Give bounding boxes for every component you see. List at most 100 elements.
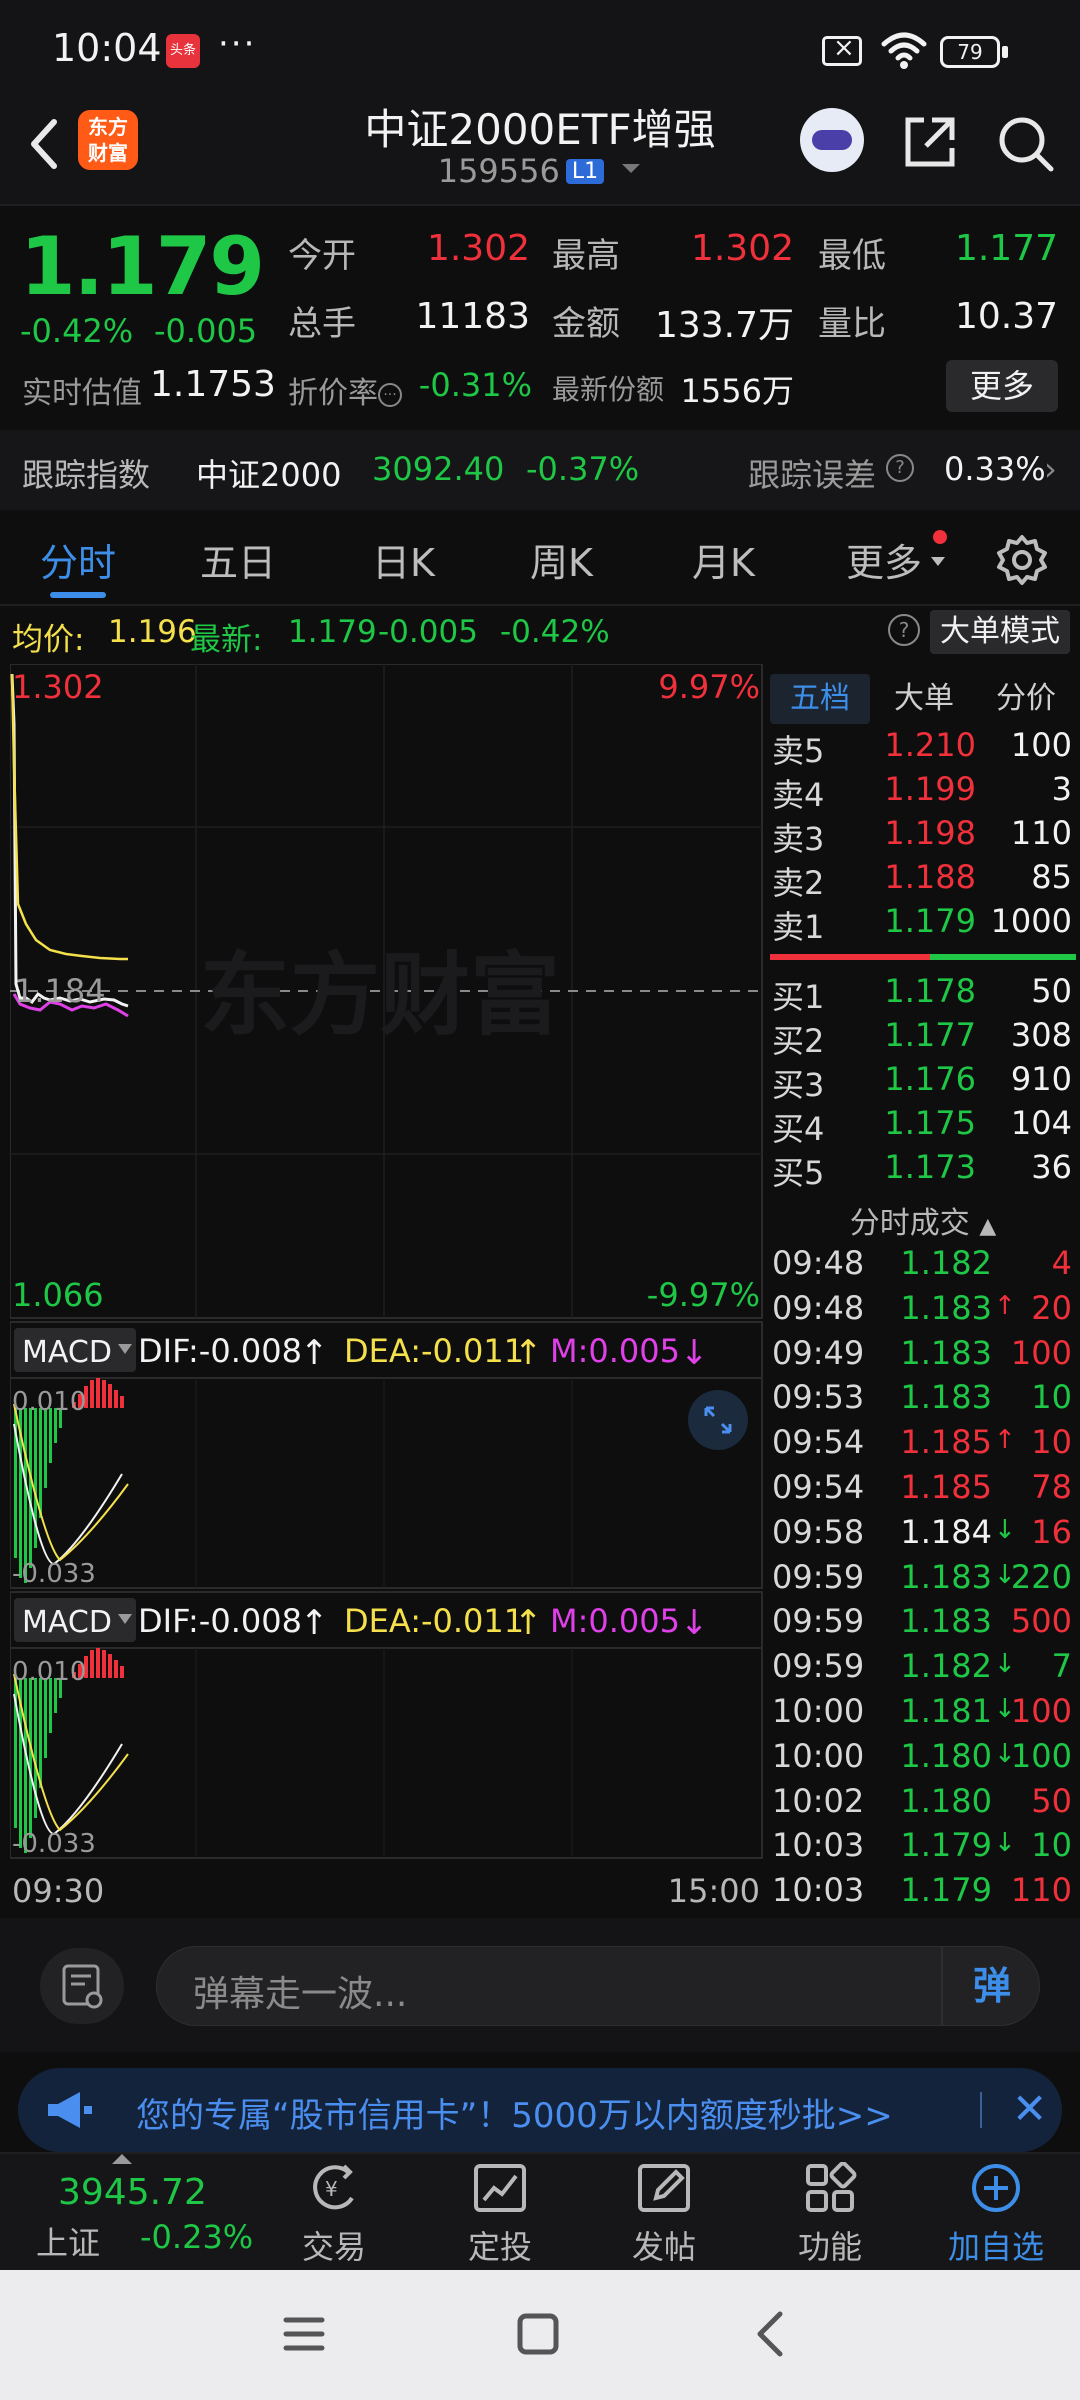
level-price: 1.198 bbox=[884, 814, 976, 852]
buy-level-5[interactable]: 买5 1.173 36 bbox=[766, 1148, 1080, 1192]
level-volume: 104 bbox=[1010, 1104, 1072, 1142]
high-value: 1.302 bbox=[690, 228, 794, 269]
level-volume: 1000 bbox=[990, 902, 1072, 940]
trade-row: 09:54 1.185 ↑ 10 bbox=[766, 1423, 1080, 1467]
last-percent: -0.42% bbox=[500, 614, 610, 650]
sh-index-value[interactable]: 3945.72 bbox=[58, 2172, 207, 2213]
trade-price: 1.183 bbox=[900, 1333, 992, 1372]
level-label: 卖3 bbox=[772, 820, 825, 858]
tab-more[interactable]: 更多 bbox=[846, 532, 922, 587]
trade-volume: 4 bbox=[1051, 1244, 1072, 1282]
menu-icon[interactable] bbox=[282, 2314, 326, 2354]
sell-level-1[interactable]: 卖1 1.179 1000 bbox=[766, 902, 1080, 946]
tab-monthly-k[interactable]: 月K bbox=[692, 532, 755, 587]
tracking-index-value: 3092.40 bbox=[372, 450, 505, 488]
open-value: 1.302 bbox=[426, 228, 530, 269]
level-label: 卖2 bbox=[772, 864, 825, 902]
trade-row: 09:48 1.182 4 bbox=[766, 1244, 1080, 1288]
battery-icon: 79 bbox=[940, 36, 1000, 68]
tab-weekly-k[interactable]: 周K bbox=[530, 532, 593, 587]
macd-m-1: M:0.005 bbox=[550, 1332, 680, 1370]
eastmoney-logo[interactable]: 东方 财富 bbox=[78, 110, 138, 170]
gear-icon[interactable] bbox=[996, 534, 1048, 586]
mid-label: 1.184 bbox=[14, 972, 106, 1010]
comment-settings-icon[interactable] bbox=[40, 1948, 124, 2024]
tab-intraday[interactable]: 分时 bbox=[40, 532, 116, 587]
more-quote-button[interactable]: 更多 bbox=[946, 360, 1058, 412]
nav-functions[interactable]: 功能 bbox=[770, 2161, 890, 2268]
promo-banner[interactable]: 您的专属“股市信用卡”！5000万以内额度秒批>> ✕ bbox=[18, 2068, 1062, 2152]
status-bar: 10:04 头条 ··· × 79 bbox=[0, 0, 1080, 96]
home-icon[interactable] bbox=[516, 2312, 560, 2356]
discount-label[interactable]: 折价率 ··· bbox=[288, 368, 402, 412]
close-icon[interactable]: ✕ bbox=[1012, 2084, 1047, 2133]
expand-index-icon[interactable] bbox=[112, 2154, 132, 2164]
buy-level-4[interactable]: 买4 1.175 104 bbox=[766, 1104, 1080, 1148]
trade-row: 10:00 1.180 ↓ 100 bbox=[766, 1737, 1080, 1781]
macd-bar bbox=[120, 1666, 124, 1678]
level-price: 1.210 bbox=[884, 726, 976, 764]
macd-bar bbox=[96, 1648, 100, 1678]
trade-price: 1.185 bbox=[900, 1423, 992, 1462]
sell-level-3[interactable]: 卖3 1.198 110 bbox=[766, 814, 1080, 858]
last-price: 1.179 bbox=[20, 220, 265, 313]
tracking-index-pct: -0.37% bbox=[526, 450, 640, 488]
tab-five-levels[interactable]: 五档 bbox=[770, 674, 870, 724]
trade-direction-icon: ↓ bbox=[994, 1514, 1016, 1545]
trade-direction-icon: ↓ bbox=[994, 1828, 1016, 1859]
help-icon[interactable]: ? bbox=[886, 454, 914, 482]
trade-direction-icon: ↓ bbox=[994, 1649, 1016, 1680]
buy-level-3[interactable]: 买3 1.176 910 bbox=[766, 1060, 1080, 1104]
tab-daily-k[interactable]: 日K bbox=[372, 532, 435, 587]
trade-volume: 10 bbox=[1031, 1423, 1072, 1462]
level-volume: 36 bbox=[1031, 1148, 1072, 1186]
intraday-chart-area[interactable]: 东方财富 1.302 1.066 9.97% -9.97% 1.184 MACD… bbox=[9, 663, 764, 1918]
intraday-chart-svg: 东方财富 1.302 1.066 9.97% -9.97% 1.184 MACD… bbox=[9, 663, 763, 1910]
level-volume: 85 bbox=[1031, 858, 1072, 896]
nav-add-watchlist[interactable]: 加自选 bbox=[936, 2162, 1056, 2268]
sell-level-5[interactable]: 卖5 1.210 100 bbox=[766, 726, 1080, 770]
arrow-up-icon: ↑ bbox=[300, 1333, 329, 1373]
trade-time: 09:54 bbox=[772, 1468, 865, 1506]
chevron-down-icon bbox=[622, 164, 641, 173]
macd-bar bbox=[120, 1396, 124, 1408]
trades-title[interactable]: 分时成交 ▲ bbox=[766, 1198, 1080, 1242]
volume-label: 总手 bbox=[288, 304, 356, 344]
nav-post[interactable]: 发帖 bbox=[604, 2162, 724, 2268]
edit-post-icon bbox=[638, 2164, 690, 2212]
tracking-index-row[interactable]: 跟踪指数 中证2000 3092.40 -0.37% 跟踪误差 ? 0.33% … bbox=[0, 430, 1080, 510]
help-icon[interactable]: ? bbox=[888, 614, 920, 646]
sell-level-4[interactable]: 卖4 1.199 3 bbox=[766, 770, 1080, 814]
level-volume: 100 bbox=[1010, 726, 1072, 764]
nav-add-watchlist-label: 加自选 bbox=[947, 2228, 1044, 2266]
low-value: 1.177 bbox=[954, 228, 1058, 269]
svg-text:¥: ¥ bbox=[325, 2177, 338, 2201]
sell-level-2[interactable]: 卖2 1.188 85 bbox=[766, 858, 1080, 902]
tab-big-orders[interactable]: 大单 bbox=[874, 674, 974, 724]
back-nav-icon[interactable] bbox=[752, 2310, 788, 2358]
stock-code-row[interactable]: 159556 L1 bbox=[240, 152, 840, 190]
ai-assistant-robot-icon[interactable] bbox=[800, 108, 864, 172]
level-price: 1.179 bbox=[884, 902, 976, 940]
search-icon[interactable] bbox=[996, 114, 1056, 174]
buy-level-1[interactable]: 买1 1.178 50 bbox=[766, 972, 1080, 1016]
nav-invest-plan[interactable]: 定投 bbox=[440, 2162, 560, 2268]
level-price: 1.175 bbox=[884, 1104, 976, 1142]
share-icon[interactable] bbox=[902, 114, 958, 170]
buy-level-2[interactable]: 买2 1.177 308 bbox=[766, 1016, 1080, 1060]
tab-five-day[interactable]: 五日 bbox=[200, 532, 276, 587]
back-icon[interactable] bbox=[22, 114, 66, 174]
trade-time: 09:53 bbox=[772, 1378, 865, 1417]
megaphone-icon bbox=[48, 2092, 92, 2128]
trade-direction-icon: ↑ bbox=[994, 1425, 1016, 1456]
big-order-mode-button[interactable]: 大单模式 bbox=[930, 610, 1070, 654]
nav-trade[interactable]: ¥ 交易 bbox=[274, 2162, 394, 2268]
send-danmu-button[interactable]: 弹 bbox=[941, 1947, 1041, 2025]
macd-bar bbox=[39, 1408, 42, 1518]
trade-row: 09:53 1.183 10 bbox=[766, 1378, 1080, 1422]
trade-time: 10:02 bbox=[772, 1781, 865, 1820]
tab-price-volume[interactable]: 分价 bbox=[974, 674, 1078, 724]
level-badge: L1 bbox=[565, 159, 605, 184]
shares-label: 最新份额 bbox=[552, 373, 665, 406]
danmu-input[interactable]: 弹幕走一波... 弹 bbox=[156, 1946, 1040, 2026]
